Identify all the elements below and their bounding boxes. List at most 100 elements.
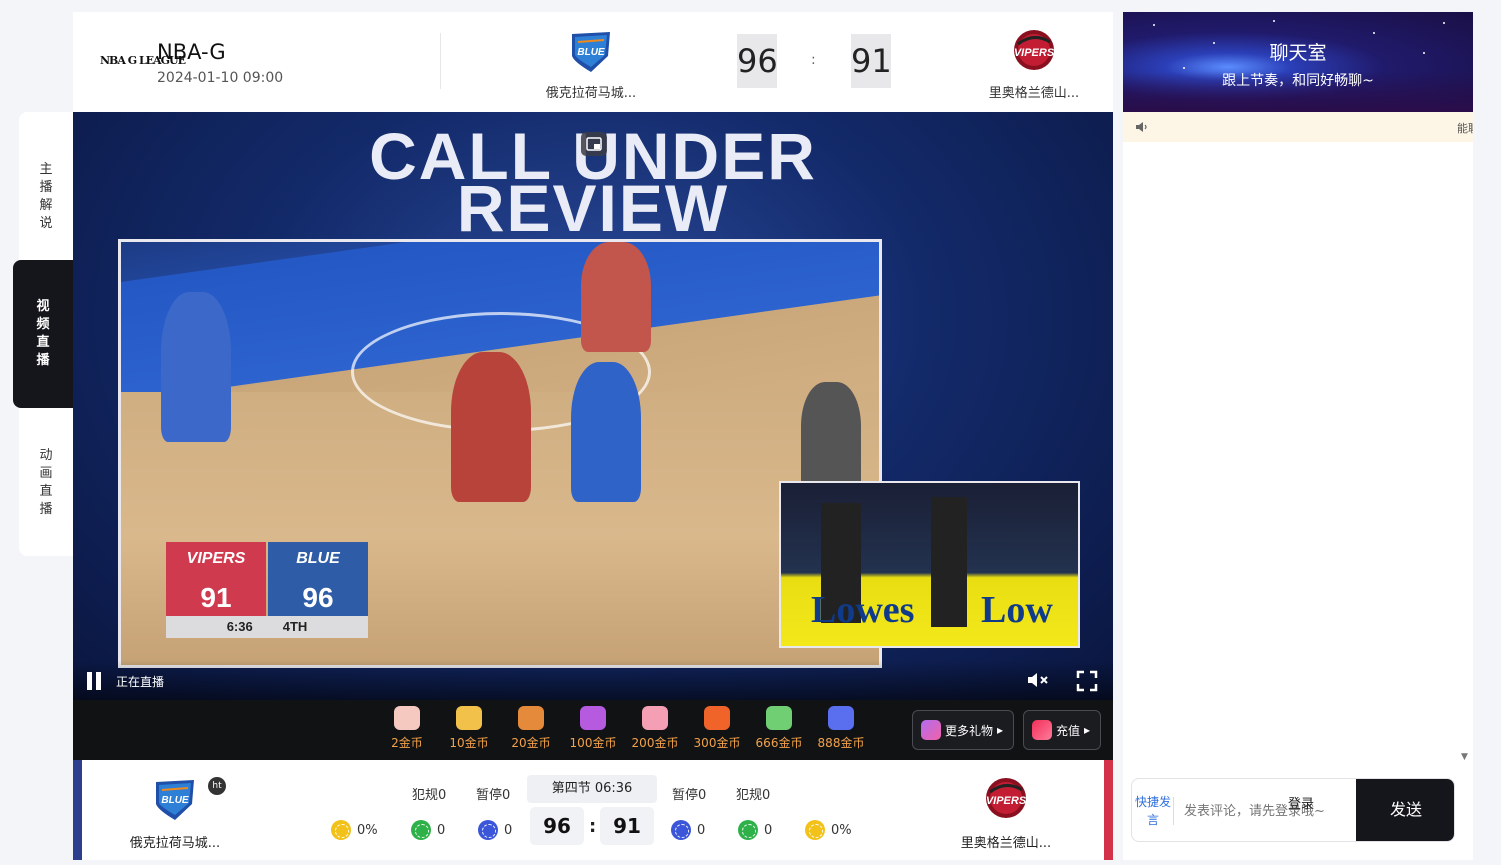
more-gifts-button[interactable]: 更多礼物 ▸ bbox=[912, 710, 1014, 750]
header-home-team[interactable]: BLUE 俄克拉荷马城... bbox=[521, 28, 661, 101]
home-green-stat: 0 bbox=[411, 820, 445, 840]
side-tabs: 主播解说 视频直播 动画直播 bbox=[13, 112, 73, 556]
home-pct-value: 0% bbox=[357, 822, 378, 838]
home-timeouts: 暂停0 bbox=[476, 788, 511, 803]
header-home-team-name: 俄克拉荷马城... bbox=[545, 86, 637, 101]
picture-in-picture-icon bbox=[586, 137, 602, 151]
blue-ball-icon bbox=[478, 820, 498, 840]
scorebug-clock: 6:36 bbox=[226, 619, 253, 634]
away-color-stripe bbox=[1104, 760, 1113, 860]
chat-banner: 聊天室 跟上节奏，和同好畅聊~ bbox=[1123, 12, 1473, 112]
vipers-logo: VIPERS bbox=[1014, 30, 1055, 70]
sponsor-text: Low bbox=[981, 589, 1053, 631]
gift-bar: 2金币 10金币 20金币 100金币 200金币 300金币 666金币 88… bbox=[73, 700, 1113, 760]
scorebug-left-score: 91 bbox=[200, 582, 232, 613]
match-stats-panel: BLUE 俄克拉荷马城... ht 犯规0 暂停0 第四节 06:36 暂停0 … bbox=[73, 760, 1113, 860]
svg-text:BLUE: BLUE bbox=[161, 795, 189, 806]
league-name: NBA-G bbox=[157, 40, 226, 64]
header-away-score: 91 bbox=[851, 34, 892, 88]
quick-speech-button[interactable]: 快捷发言 bbox=[1132, 793, 1174, 829]
gift-item[interactable]: 100金币 bbox=[563, 706, 623, 751]
gift-price: 200金币 bbox=[631, 736, 679, 750]
stats-home-score: 96 bbox=[530, 807, 584, 845]
speaker-icon bbox=[1136, 122, 1147, 132]
player-figure bbox=[451, 352, 531, 502]
gift-price: 100金币 bbox=[569, 736, 617, 750]
referee-inset-view: Lowes Low bbox=[779, 481, 1080, 648]
gift-item[interactable]: 20金币 bbox=[501, 706, 561, 751]
chat-subtitle: 跟上节奏，和同好畅聊~ bbox=[1222, 73, 1374, 89]
away-fouls: 犯规0 bbox=[736, 788, 771, 803]
gift-icon bbox=[766, 706, 792, 730]
gift-item[interactable]: 888金币 bbox=[811, 706, 871, 751]
vipers-logo: VIPERS bbox=[986, 778, 1027, 818]
header-away-team-name: 里奥格兰德山... bbox=[988, 86, 1080, 101]
home-fouls: 犯规0 bbox=[412, 788, 447, 803]
stats-away-score: 91 bbox=[600, 807, 654, 845]
gift-price: 10金币 bbox=[449, 736, 489, 750]
chat-notice-bar: 能聊 bbox=[1123, 112, 1473, 142]
gift-price: 666金币 bbox=[755, 736, 803, 750]
match-header: NBA G LEAGUE NBA-G 2024-01-10 09:00 BLUE… bbox=[73, 12, 1113, 112]
more-gifts-label: 更多礼物 bbox=[945, 723, 994, 738]
comment-input[interactable] bbox=[1184, 789, 1352, 833]
scorebug-right-team: BLUE bbox=[296, 550, 340, 567]
green-ball-icon bbox=[411, 820, 431, 840]
gift-item[interactable]: 200金币 bbox=[625, 706, 685, 751]
player-figure bbox=[571, 362, 641, 502]
chat-room-panel: 聊天室 跟上节奏，和同好畅聊~ 能聊 ▼ 快捷发言 登录 发送 bbox=[1123, 12, 1473, 860]
tab-anchor-commentary[interactable]: 主播解说 bbox=[19, 142, 73, 252]
gift-price: 300金币 bbox=[693, 736, 741, 750]
recharge-button[interactable]: 充值 ▸ bbox=[1023, 710, 1101, 750]
muted-volume-icon[interactable] bbox=[1026, 670, 1052, 690]
send-button[interactable]: 发送 bbox=[1356, 779, 1454, 841]
gift-icon bbox=[580, 706, 606, 730]
scorebug-period: 4TH bbox=[282, 619, 308, 634]
video-player[interactable]: CALL UNDER REVIEW Lowes Low VIPERS 91 BL… bbox=[73, 112, 1113, 700]
pause-icon[interactable] bbox=[85, 672, 103, 690]
header-away-team[interactable]: VIPERS 里奥格兰德山... bbox=[964, 28, 1104, 101]
gift-price: 2金币 bbox=[391, 736, 423, 750]
gift-item[interactable]: 300金币 bbox=[687, 706, 747, 751]
away-green-value: 0 bbox=[764, 822, 773, 838]
scroll-down-icon[interactable]: ▼ bbox=[1461, 752, 1468, 762]
gift-item[interactable]: 666金币 bbox=[749, 706, 809, 751]
stats-away-team-name: 里奥格兰德山... bbox=[960, 836, 1052, 851]
stats-away-team[interactable]: VIPERS 里奥格兰德山... bbox=[946, 776, 1066, 851]
game-period-clock: 第四节 06:36 bbox=[527, 775, 657, 803]
home-green-value: 0 bbox=[437, 822, 446, 838]
yellow-ball-icon bbox=[805, 820, 825, 840]
oklahoma-blue-logo: BLUE bbox=[572, 32, 610, 72]
gift-price: 20金币 bbox=[511, 736, 551, 750]
away-pct-stat: 0% bbox=[805, 820, 852, 840]
gift-item[interactable]: 2金币 bbox=[377, 706, 437, 751]
gift-icon bbox=[704, 706, 730, 730]
gift-icon bbox=[456, 706, 482, 730]
tab-video-live[interactable]: 视频直播 bbox=[13, 260, 73, 408]
gift-item[interactable]: 10金币 bbox=[439, 706, 499, 751]
player-figure bbox=[161, 292, 231, 442]
sponsor-text: Lowes bbox=[811, 589, 915, 631]
picture-in-picture-button[interactable] bbox=[581, 132, 607, 156]
gift-icon bbox=[518, 706, 544, 730]
home-pct-stat: 0% bbox=[331, 820, 378, 840]
wallet-icon bbox=[1032, 720, 1052, 740]
yellow-ball-icon bbox=[331, 820, 351, 840]
player-figure bbox=[581, 242, 651, 352]
login-link[interactable]: 登录 bbox=[1288, 793, 1314, 812]
chat-title: 聊天室 bbox=[1269, 42, 1327, 64]
away-blue-stat: 0 bbox=[671, 820, 705, 840]
tab-video-live-label: 视频直播 bbox=[36, 299, 50, 368]
fullscreen-icon[interactable] bbox=[1076, 670, 1098, 692]
chat-input-box: 快捷发言 登录 发送 bbox=[1131, 778, 1455, 842]
chat-notice-text: 能聊 bbox=[1457, 122, 1473, 135]
away-blue-value: 0 bbox=[697, 822, 706, 838]
tab-animation-live[interactable]: 动画直播 bbox=[19, 418, 73, 548]
chat-messages[interactable] bbox=[1123, 142, 1473, 762]
away-pct-value: 0% bbox=[831, 822, 852, 838]
stats-score-colon: : bbox=[589, 816, 597, 837]
svg-text:VIPERS: VIPERS bbox=[1014, 47, 1055, 59]
away-green-stat: 0 bbox=[738, 820, 772, 840]
stats-home-team-name: 俄克拉荷马城... bbox=[129, 836, 221, 851]
chevron-right-icon: ▸ bbox=[1084, 723, 1091, 737]
